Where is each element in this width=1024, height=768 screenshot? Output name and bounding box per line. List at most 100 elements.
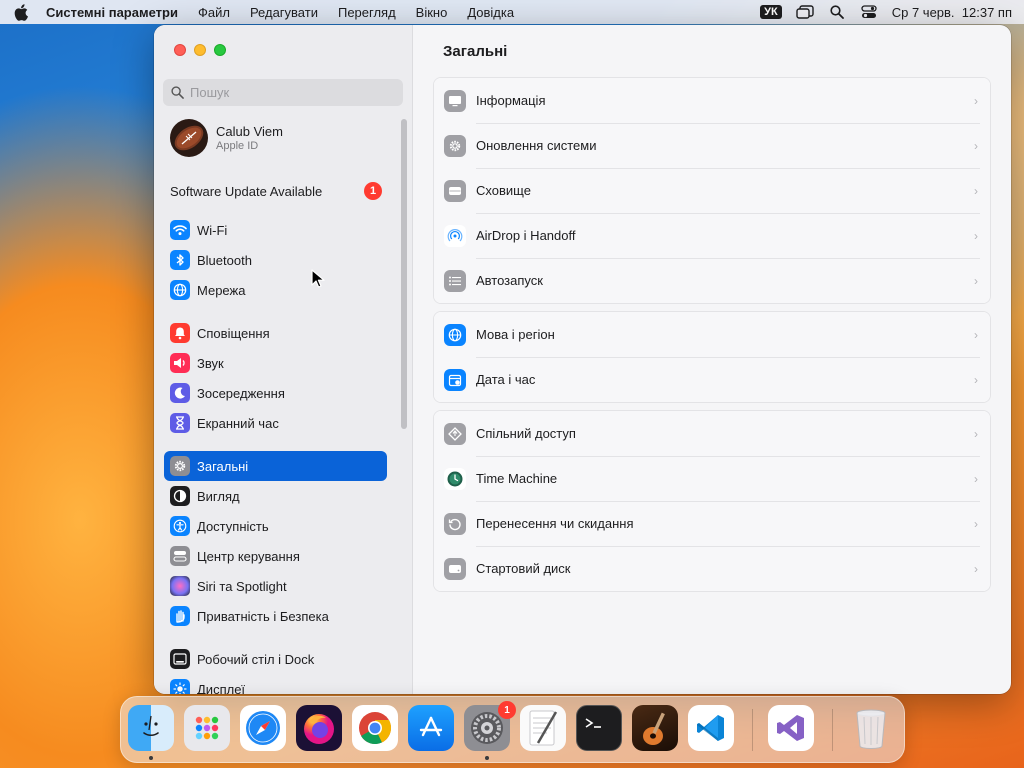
sidebar-item-displays[interactable]: Дисплеї <box>164 674 387 694</box>
sidebar-item-label: Доступність <box>197 518 269 534</box>
menu-help[interactable]: Довідка <box>467 5 514 20</box>
spotlight-search-icon[interactable] <box>828 4 846 20</box>
dock-vscode-icon[interactable] <box>688 705 734 751</box>
update-count-badge: 1 <box>364 182 382 200</box>
menu-edit[interactable]: Редагувати <box>250 5 318 20</box>
row-sharing[interactable]: Спільний доступ › <box>434 411 990 456</box>
search-field[interactable] <box>163 79 403 106</box>
dock-running-indicator <box>149 756 153 760</box>
software-update-item[interactable]: Software Update Available 1 <box>170 181 382 201</box>
startup-disk-icon <box>444 557 466 580</box>
dock-app-store-icon[interactable] <box>408 705 454 751</box>
stage-manager-icon[interactable] <box>796 4 814 20</box>
sidebar-item-label: Робочий стіл і Dock <box>197 651 315 667</box>
sidebar-item-general[interactable]: Загальні <box>164 451 387 481</box>
sidebar-item-accessibility[interactable]: Доступність <box>164 511 387 541</box>
menu-view[interactable]: Перегляд <box>338 5 396 20</box>
sidebar-item-label: Звук <box>197 355 224 371</box>
chevron-right-icon: › <box>974 372 978 387</box>
moon-icon <box>170 383 190 403</box>
row-label: Time Machine <box>476 471 558 486</box>
menu-bar: Системні параметри Файл Редагувати Перег… <box>0 0 1024 24</box>
sidebar: Calub Viem Apple ID Software Update Avai… <box>154 25 413 694</box>
sidebar-item-label: Загальні <box>197 458 249 474</box>
sidebar-item-control-center[interactable]: Центр керування <box>164 541 387 571</box>
bluetooth-icon <box>170 250 190 270</box>
sidebar-item-wifi[interactable]: Wi-Fi <box>164 215 387 245</box>
sidebar-item-bluetooth[interactable]: Bluetooth <box>164 245 387 275</box>
dock-chrome-icon[interactable] <box>352 705 398 751</box>
dock-terminal-icon[interactable] <box>576 705 622 751</box>
row-startup-disk[interactable]: Стартовий диск › <box>434 546 990 591</box>
zoom-window-button[interactable] <box>214 44 226 56</box>
sidebar-item-label: Bluetooth <box>197 252 252 268</box>
settings-group-system: Спільний доступ › Time Machine › Перенес… <box>433 410 991 592</box>
row-label: Оновлення системи <box>476 138 597 153</box>
row-label: Мова і регіон <box>476 327 555 342</box>
sidebar-item-network[interactable]: Мережа <box>164 275 387 305</box>
sidebar-item-appearance[interactable]: Вигляд <box>164 481 387 511</box>
dock: 1 <box>120 696 905 763</box>
sidebar-item-privacy-security[interactable]: Приватність і Безпека <box>164 601 387 631</box>
apple-menu-icon[interactable] <box>12 3 30 21</box>
sidebar-item-label: Приватність і Безпека <box>197 608 329 624</box>
row-airdrop-handoff[interactable]: AirDrop і Handoff › <box>434 213 990 258</box>
keyboard-layout-indicator[interactable]: УК <box>760 5 782 19</box>
chevron-right-icon: › <box>974 426 978 441</box>
chevron-right-icon: › <box>974 183 978 198</box>
dock-icon <box>170 649 190 669</box>
sidebar-item-screen-time[interactable]: Екранний час <box>164 408 387 438</box>
sidebar-item-focus[interactable]: Зосередження <box>164 378 387 408</box>
dock-firefox-icon[interactable] <box>296 705 342 751</box>
sidebar-item-label: Вигляд <box>197 488 240 504</box>
minimize-window-button[interactable] <box>194 44 206 56</box>
row-storage[interactable]: Сховище › <box>434 168 990 213</box>
clock-datetime[interactable]: Ср 7 черв. 12:37 пп <box>892 5 1012 20</box>
wifi-icon <box>170 220 190 240</box>
row-software-update[interactable]: Оновлення системи › <box>434 123 990 168</box>
dock-garageband-icon[interactable] <box>632 705 678 751</box>
row-transfer-reset[interactable]: Перенесення чи скидання › <box>434 501 990 546</box>
sidebar-item-siri-spotlight[interactable]: Siri та Spotlight <box>164 571 387 601</box>
accessibility-icon <box>170 516 190 536</box>
dock-trash-icon[interactable] <box>848 705 894 751</box>
row-label: Дата і час <box>476 372 536 387</box>
row-language-region[interactable]: Мова і регіон › <box>434 312 990 357</box>
row-time-machine[interactable]: Time Machine › <box>434 456 990 501</box>
apple-id-account[interactable]: Calub Viem Apple ID <box>170 119 283 157</box>
row-label: Перенесення чи скидання <box>476 516 634 531</box>
window-controls <box>174 44 226 56</box>
toggles-icon <box>170 546 190 566</box>
dock-launchpad-icon[interactable] <box>184 705 230 751</box>
dock-safari-icon[interactable] <box>240 705 286 751</box>
drive-icon <box>444 179 466 202</box>
sun-icon <box>170 679 190 694</box>
dock-textedit-icon[interactable] <box>520 705 566 751</box>
row-login-items[interactable]: Автозапуск › <box>434 258 990 303</box>
sidebar-item-label: Мережа <box>197 282 246 298</box>
settings-group-region: Мова і регіон › Дата і час › <box>433 311 991 403</box>
time-machine-icon <box>444 467 466 490</box>
menu-window[interactable]: Вікно <box>416 5 448 20</box>
sidebar-item-notifications[interactable]: Сповіщення <box>164 318 387 348</box>
sidebar-item-sound[interactable]: Звук <box>164 348 387 378</box>
row-date-time[interactable]: Дата і час › <box>434 357 990 402</box>
sidebar-item-label: Wi-Fi <box>197 222 228 238</box>
app-name-menu[interactable]: Системні параметри <box>46 5 178 20</box>
control-center-icon[interactable] <box>860 4 878 20</box>
close-window-button[interactable] <box>174 44 186 56</box>
dock-finder-icon[interactable] <box>128 705 174 751</box>
menu-file[interactable]: Файл <box>198 5 230 20</box>
software-update-label: Software Update Available <box>170 183 323 199</box>
sidebar-item-label: Центр керування <box>197 548 300 564</box>
dock-visual-studio-icon[interactable] <box>768 705 814 751</box>
sidebar-item-desktop-dock[interactable]: Робочий стіл і Dock <box>164 644 387 674</box>
search-input[interactable] <box>190 85 390 100</box>
globe-icon <box>170 280 190 300</box>
account-subtitle: Apple ID <box>216 140 259 152</box>
row-label: Стартовий диск <box>476 561 571 576</box>
row-about[interactable]: Інформація › <box>434 78 990 123</box>
sidebar-scrollbar[interactable] <box>401 119 407 429</box>
hourglass-icon <box>170 413 190 433</box>
settings-group-about: Інформація › Оновлення системи › Сховище… <box>433 77 991 304</box>
